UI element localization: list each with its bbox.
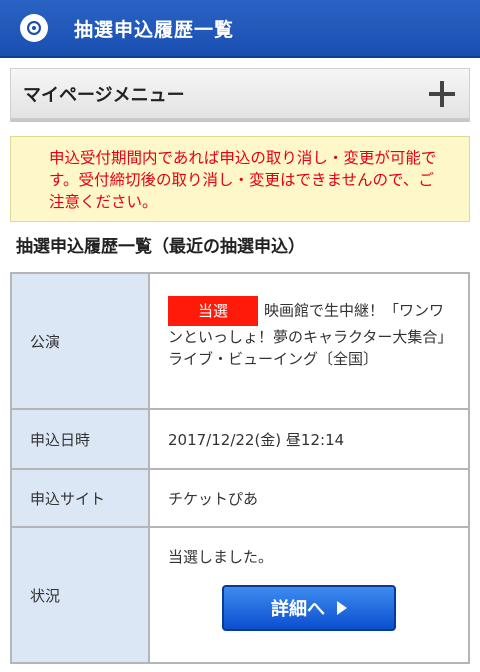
table-row-performance: 公演 当選 映画館で生中継！「ワンワンといっしょ！夢のキャラクター大集合」ライブ・… <box>12 274 468 410</box>
performance-label: 公演 <box>12 274 150 408</box>
circle-icon <box>20 14 48 42</box>
site-value: チケットぴあ <box>168 489 259 508</box>
status-cell: 当選しました。 詳細へ <box>150 528 468 662</box>
table-row-status: 状況 当選しました。 詳細へ <box>12 528 468 662</box>
performance-cell: 当選 映画館で生中継！「ワンワンといっしょ！夢のキャラクター大集合」ライブ・ビュー… <box>150 274 468 408</box>
mypage-menu-toggle[interactable]: マイページメニュー <box>10 68 470 122</box>
detail-button[interactable]: 詳細へ <box>222 585 396 631</box>
page-title: 抽選申込履歴一覧 <box>74 18 235 41</box>
section-title: 抽選申込履歴一覧（最近の抽選申込） <box>16 237 305 257</box>
table-row-date: 申込日時 2017/12/22(金) 昼12:14 <box>12 410 468 470</box>
date-value: 2017/12/22(金) 昼12:14 <box>168 430 345 449</box>
plus-icon[interactable] <box>429 80 455 107</box>
site-label: 申込サイト <box>12 470 150 526</box>
application-table: 公演 当選 映画館で生中継！「ワンワンといっしょ！夢のキャラクター大集合」ライブ・… <box>10 272 470 664</box>
date-label: 申込日時 <box>12 410 150 468</box>
detail-button-label: 詳細へ <box>271 599 325 620</box>
notice-box: 申込受付期間内であれば申込の取り消し・変更が可能です。受付締切後の取り消し・変更… <box>10 136 470 222</box>
table-row-site: 申込サイト チケットぴあ <box>12 470 468 528</box>
mypage-menu-label: マイページメニュー <box>23 84 185 106</box>
win-badge: 当選 <box>168 296 258 326</box>
circle-icon-inner <box>27 21 41 35</box>
page-header: 抽選申込履歴一覧 <box>0 0 480 58</box>
status-value: 当選しました。 <box>168 548 274 566</box>
status-label: 状況 <box>12 528 150 662</box>
arrow-right-icon <box>337 601 347 615</box>
